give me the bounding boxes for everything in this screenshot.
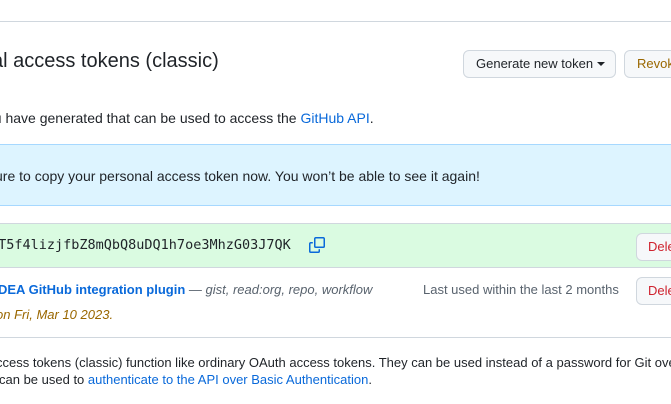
footer-note-line-2: can be used to authenticate to the API o… [0,370,372,390]
token-last-used: Last used within the last 2 months [423,282,619,297]
chevron-down-icon [597,61,606,66]
generate-new-token-button[interactable]: Generate new token [463,50,616,78]
footer-note-before: can be used to [0,372,88,387]
delete-new-token-button[interactable]: Delete [636,233,671,261]
delete-token-button[interactable]: Delete [636,277,671,305]
intro-text-after: . [369,110,374,126]
bottom-divider [0,337,671,338]
flash-message: sure to copy your personal access token … [0,168,480,184]
new-token-value[interactable]: _T5f4lizjfbZ8mQbQ8uDQ1h7oe3MhzG03J7QK [0,235,291,255]
token-meta: DEA GitHub integration plugin — gist, re… [0,280,372,300]
page-title: al access tokens (classic) [0,50,219,72]
personal-access-tokens-page: al access tokens (classic) Generate new … [0,0,671,404]
token-expiry-date: on Fri, Mar 10 2023 [0,307,110,322]
footer-note-after: . [368,372,372,387]
revoke-all-button[interactable]: Revoke all [624,50,671,78]
top-divider [0,21,671,22]
basic-auth-docs-link[interactable]: authenticate to the API over Basic Authe… [88,372,368,387]
intro-text: ou have generated that can be used to ac… [0,108,374,128]
token-expiry: on Fri, Mar 10 2023. [0,305,113,325]
github-api-link[interactable]: GitHub API [300,110,369,126]
token-scopes: — gist, read:org, repo, workflow [185,282,373,297]
intro-text-before: ou have generated that can be used to ac… [0,110,301,126]
token-name-link[interactable]: DEA GitHub integration plugin [0,282,185,297]
generate-new-token-label: Generate new token [476,56,594,71]
copy-icon[interactable] [309,237,325,253]
token-expiry-suffix: . [109,307,114,322]
